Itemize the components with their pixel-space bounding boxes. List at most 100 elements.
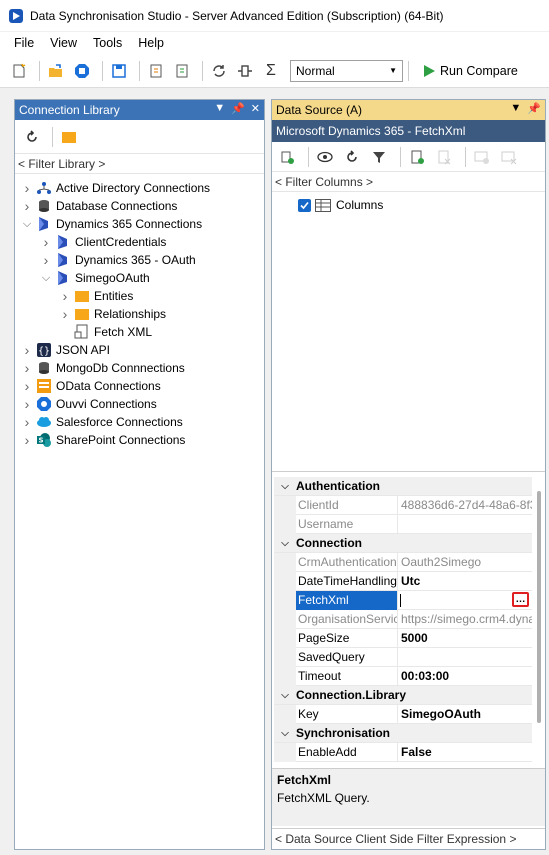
property-value[interactable]: 5000: [398, 629, 532, 648]
filter-library-input[interactable]: < Filter Library >: [15, 154, 264, 174]
remove-lookup-icon[interactable]: [498, 146, 520, 168]
property-row[interactable]: DateTimeHandling Utc: [274, 571, 532, 591]
tree-item[interactable]: › MongoDb Connnections: [15, 359, 264, 377]
property-value[interactable]: Oauth2Simego: [398, 553, 532, 572]
property-category[interactable]: ⌵ Authentication: [274, 477, 532, 496]
tree-item[interactable]: Fetch XML: [15, 323, 264, 341]
property-row[interactable]: EnableAdd False: [274, 742, 532, 762]
tree-item[interactable]: › Database Connections: [15, 197, 264, 215]
chevron-right-icon[interactable]: ›: [21, 198, 33, 214]
property-category[interactable]: ⌵ Connection.Library: [274, 686, 532, 705]
tree-item[interactable]: ⌵ Dynamics 365 Connections: [15, 215, 264, 233]
tree-item[interactable]: › Salesforce Connections: [15, 413, 264, 431]
panel-menu-icon[interactable]: ▼: [510, 102, 521, 115]
tree-item-label: MongoDb Connnections: [56, 361, 185, 375]
property-row[interactable]: FetchXml…: [274, 590, 532, 610]
property-value[interactable]: 488836d6-27d4-48a6-8f3: [398, 496, 532, 515]
save-icon[interactable]: [108, 60, 130, 82]
property-row[interactable]: CrmAuthenticationTypeOauth2Simego: [274, 552, 532, 572]
sum-icon[interactable]: Σ: [260, 60, 282, 82]
preview-eye-icon[interactable]: [314, 146, 336, 168]
property-value[interactable]: [398, 515, 532, 534]
property-value[interactable]: SimegoOAuth: [398, 705, 532, 724]
data-source-panel: Data Source (A) ▼ 📌 Microsoft Dynamics 3…: [271, 99, 546, 850]
property-row[interactable]: Timeout 00:03:00: [274, 666, 532, 686]
toolbar-separator: [400, 146, 401, 167]
chevron-down-icon[interactable]: ⌵: [274, 538, 296, 549]
tree-item[interactable]: › Dynamics 365 - OAuth: [15, 251, 264, 269]
add-lookup-icon[interactable]: [471, 146, 493, 168]
connect-source-a-icon[interactable]: [145, 60, 167, 82]
property-value[interactable]: [398, 648, 532, 667]
open-project-icon[interactable]: [45, 60, 67, 82]
property-category[interactable]: ⌵ Synchronisation: [274, 724, 532, 743]
menu-help[interactable]: Help: [130, 36, 172, 50]
tree-item[interactable]: › OData Connections: [15, 377, 264, 395]
stop-icon[interactable]: [71, 60, 93, 82]
chevron-down-icon[interactable]: ⌵: [274, 481, 296, 492]
columns-checkbox[interactable]: [298, 198, 311, 212]
tree-item[interactable]: › Ouvvi Connections: [15, 395, 264, 413]
property-category[interactable]: ⌵ Connection: [274, 534, 532, 553]
chevron-right-icon[interactable]: ›: [21, 414, 33, 430]
property-value[interactable]: https://simego.crm4.dynamics.com: [398, 610, 532, 629]
add-row-icon[interactable]: [406, 146, 428, 168]
property-row[interactable]: SavedQuery: [274, 647, 532, 667]
property-grid-scrollbar[interactable]: [536, 491, 542, 763]
property-row[interactable]: OrganisationServiceUrlhttps://simego.crm…: [274, 609, 532, 629]
tree-item[interactable]: › Entities: [15, 287, 264, 305]
ellipsis-button[interactable]: …: [512, 592, 529, 607]
tree-item[interactable]: ⌵ SimegoOAuth: [15, 269, 264, 287]
connect-source-b-icon[interactable]: [171, 60, 193, 82]
pin-icon[interactable]: 📌: [231, 102, 245, 115]
sync-icon[interactable]: [208, 60, 230, 82]
new-project-icon[interactable]: [8, 60, 30, 82]
tree-item[interactable]: › {} JSON API: [15, 341, 264, 359]
compare-mode-value: Normal: [296, 63, 335, 78]
run-compare-button[interactable]: Run Compare: [422, 64, 518, 78]
filter-icon[interactable]: [368, 146, 390, 168]
chevron-right-icon[interactable]: ›: [59, 306, 71, 322]
property-value[interactable]: Utc: [398, 572, 532, 591]
filter-columns-input[interactable]: < Filter Columns >: [272, 172, 545, 192]
refresh-icon[interactable]: [341, 146, 363, 168]
chevron-right-icon[interactable]: ›: [40, 234, 52, 250]
compare-mode-select[interactable]: Normal ▼: [290, 59, 403, 82]
pin-icon[interactable]: 📌: [527, 102, 541, 115]
chevron-right-icon[interactable]: ›: [21, 180, 33, 196]
property-row[interactable]: ClientId 488836d6-27d4-48a6-8f3: [274, 495, 532, 515]
columns-node[interactable]: Columns: [284, 198, 383, 212]
property-row[interactable]: Username: [274, 514, 532, 534]
property-value[interactable]: 00:03:00: [398, 667, 532, 686]
schema-map-icon[interactable]: [234, 60, 256, 82]
remove-row-icon[interactable]: [433, 146, 455, 168]
tree-item[interactable]: › ClientCredentials: [15, 233, 264, 251]
chevron-down-icon[interactable]: ⌵: [274, 690, 296, 701]
menu-view[interactable]: View: [42, 36, 85, 50]
refresh-icon[interactable]: [21, 126, 43, 148]
chevron-right-icon[interactable]: ›: [40, 252, 52, 268]
tree-item[interactable]: › S SharePoint Connections: [15, 431, 264, 449]
chevron-right-icon[interactable]: ›: [59, 288, 71, 304]
chevron-down-icon[interactable]: ⌵: [40, 272, 52, 284]
tree-item[interactable]: › Relationships: [15, 305, 264, 323]
client-filter-expression-input[interactable]: < Data Source Client Side Filter Express…: [272, 828, 545, 849]
chevron-right-icon[interactable]: ›: [21, 378, 33, 394]
panel-menu-icon[interactable]: ▼: [214, 102, 225, 115]
chevron-right-icon[interactable]: ›: [21, 432, 33, 448]
close-icon[interactable]: ✕: [251, 102, 260, 115]
chevron-right-icon[interactable]: ›: [21, 360, 33, 376]
tree-item[interactable]: › Active Directory Connections: [15, 179, 264, 197]
property-row[interactable]: Key SimegoOAuth: [274, 704, 532, 724]
property-row[interactable]: PageSize 5000: [274, 628, 532, 648]
property-gutter: [274, 666, 296, 686]
menu-file[interactable]: File: [6, 36, 42, 50]
chevron-down-icon[interactable]: ⌵: [21, 218, 33, 230]
menu-tools[interactable]: Tools: [85, 36, 130, 50]
property-value[interactable]: False: [398, 743, 532, 762]
chevron-right-icon[interactable]: ›: [21, 396, 33, 412]
add-column-icon[interactable]: [276, 146, 298, 168]
chevron-right-icon[interactable]: ›: [21, 342, 33, 358]
chevron-down-icon[interactable]: ⌵: [274, 728, 296, 739]
folder-icon[interactable]: [58, 126, 80, 148]
